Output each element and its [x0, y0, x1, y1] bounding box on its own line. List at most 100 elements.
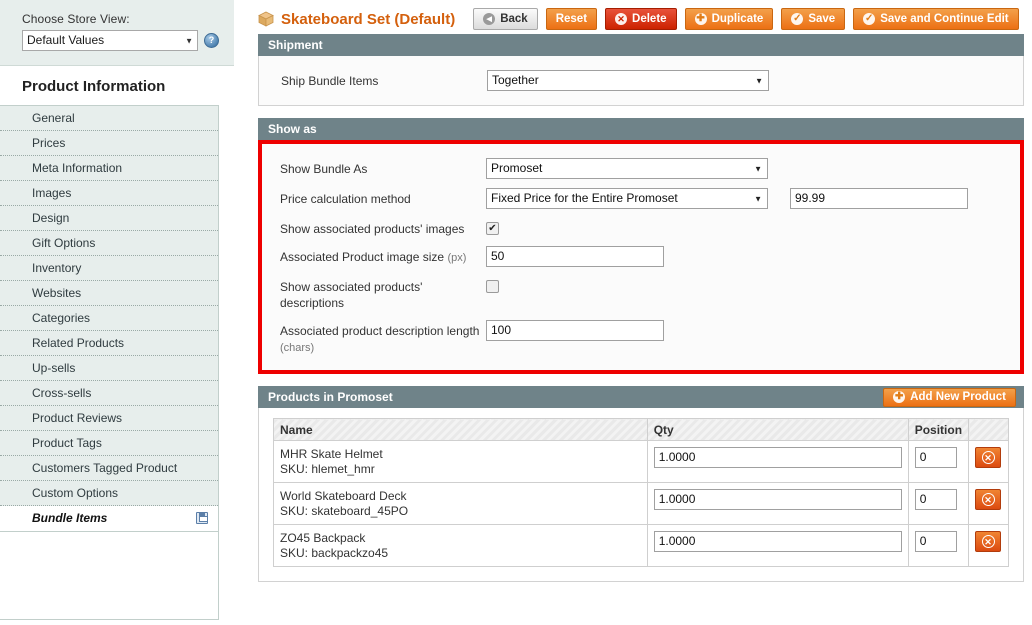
sidebar-item-websites[interactable]: Websites	[0, 281, 218, 306]
sku-value: backpackzo45	[311, 546, 389, 560]
table-row: MHR Skate Helmet SKU: hlemet_hmr 1.0000	[273, 440, 1009, 483]
show-images-row: Show associated products' images ✔	[262, 218, 1020, 237]
sidebar-item-gift-options[interactable]: Gift Options	[0, 231, 218, 256]
sidebar-item-label: Gift Options	[32, 236, 96, 250]
sidebar-item-related-products[interactable]: Related Products	[0, 331, 218, 356]
store-view-select[interactable]: Default Values ▼	[22, 30, 198, 51]
bundle-box-icon	[258, 11, 274, 27]
delete-button[interactable]: ✕ Delete	[605, 8, 677, 30]
chevron-down-icon: ▼	[185, 36, 193, 45]
sidebar-item-customers-tagged-product[interactable]: Customers Tagged Product	[0, 456, 218, 481]
check-icon: ✓	[791, 13, 804, 25]
qty-input[interactable]: 1.0000	[653, 447, 902, 468]
sidebar-item-product-reviews[interactable]: Product Reviews	[0, 406, 218, 431]
show-as-panel-header[interactable]: Show as	[258, 118, 1024, 140]
store-view-label: Choose Store View:	[22, 12, 130, 26]
description-length-unit: (chars)	[280, 342, 315, 354]
image-size-value: 50	[491, 249, 505, 263]
sidebar-item-inventory[interactable]: Inventory	[0, 256, 218, 281]
show-images-checkbox[interactable]: ✔	[486, 222, 499, 235]
position-input[interactable]: 0	[914, 447, 957, 468]
help-circle-icon[interactable]: ?	[204, 33, 219, 48]
delete-row-button[interactable]: ✕	[975, 489, 1002, 510]
actions-cell: ✕	[968, 482, 1009, 525]
check-icon: ✔	[488, 222, 497, 234]
sidebar-item-categories[interactable]: Categories	[0, 306, 218, 331]
sidebar-empty-area	[0, 532, 219, 620]
price-calculation-value: Fixed Price for the Entire Promoset	[491, 191, 678, 205]
qty-cell: 1.0000	[647, 524, 909, 567]
column-header-qty[interactable]: Qty	[647, 418, 909, 441]
position-value: 0	[919, 450, 927, 464]
save-and-continue-label: Save and Continue Edit	[880, 13, 1009, 25]
qty-input[interactable]: 1.0000	[653, 489, 902, 510]
sku-label: SKU:	[280, 462, 309, 476]
price-calculation-select[interactable]: Fixed Price for the Entire Promoset ▼	[486, 188, 768, 209]
sidebar-item-product-tags[interactable]: Product Tags	[0, 431, 218, 456]
position-cell: 0	[908, 440, 970, 483]
qty-cell: 1.0000	[647, 482, 909, 525]
position-cell: 0	[908, 524, 970, 567]
duplicate-button[interactable]: ✚ Duplicate	[684, 8, 774, 30]
show-descriptions-label: Show associated products' descriptions	[280, 280, 423, 310]
show-bundle-as-label: Show Bundle As	[280, 162, 368, 176]
delete-row-button[interactable]: ✕	[975, 447, 1002, 468]
image-size-unit: (px)	[447, 252, 467, 264]
save-button[interactable]: ✓ Save	[781, 8, 846, 30]
sku-value: skateboard_45PO	[311, 504, 409, 518]
sidebar-item-design[interactable]: Design	[0, 206, 218, 231]
products-panel: Products in Promoset ✚ Add New Product N…	[258, 386, 1024, 582]
position-input[interactable]: 0	[914, 489, 957, 510]
delete-row-button[interactable]: ✕	[975, 531, 1002, 552]
column-header-name[interactable]: Name	[273, 418, 648, 441]
reset-button[interactable]: Reset	[545, 8, 598, 30]
product-sku: SKU: backpackzo45	[280, 546, 641, 560]
shipment-panel-body: Ship Bundle Items Together ▼	[258, 56, 1024, 106]
ship-bundle-items-value: Together	[492, 73, 539, 87]
description-length-input[interactable]: 100	[486, 320, 664, 341]
sidebar-item-label: General	[32, 111, 75, 125]
sidebar-item-custom-options[interactable]: Custom Options	[0, 481, 218, 506]
products-panel-body: Name Qty Position MHR Skate Helmet SKU: …	[258, 408, 1024, 582]
actions-cell: ✕	[968, 524, 1009, 567]
sidebar-item-up-sells[interactable]: Up-sells	[0, 356, 218, 381]
show-descriptions-checkbox[interactable]	[486, 280, 499, 293]
image-size-label-text: Associated Product image size	[280, 250, 445, 264]
check-icon: ✓	[863, 13, 876, 25]
product-name-cell: ZO45 Backpack SKU: backpackzo45	[273, 524, 648, 567]
show-bundle-as-select[interactable]: Promoset ▼	[486, 158, 768, 179]
image-size-input[interactable]: 50	[486, 246, 664, 267]
save-and-continue-edit-button[interactable]: ✓ Save and Continue Edit	[853, 8, 1019, 30]
sidebar-item-label: Meta Information	[32, 161, 123, 175]
duplicate-button-label: Duplicate	[711, 13, 764, 25]
save-button-label: Save	[808, 13, 836, 25]
sidebar-item-label: Customers Tagged Product	[32, 461, 178, 475]
qty-value: 1.0000	[658, 534, 696, 548]
position-cell: 0	[908, 482, 970, 525]
sidebar-item-general[interactable]: General	[0, 106, 218, 131]
chevron-down-icon: ▼	[755, 76, 763, 85]
sidebar-item-bundle-items[interactable]: Bundle Items	[0, 506, 218, 531]
product-name: World Skateboard Deck	[280, 489, 407, 503]
description-length-value: 100	[491, 323, 512, 337]
shipment-panel-header[interactable]: Shipment	[258, 34, 1024, 56]
price-input[interactable]: 99.99	[790, 188, 968, 209]
position-input[interactable]: 0	[914, 531, 957, 552]
chevron-down-icon: ▼	[754, 164, 762, 173]
show-as-highlight-box: Show Bundle As Promoset ▼ Price calculat…	[258, 140, 1024, 374]
plus-icon: ✚	[694, 13, 707, 25]
sidebar-item-meta-information[interactable]: Meta Information	[0, 156, 218, 181]
back-button-label: Back	[500, 13, 528, 25]
back-arrow-icon: ◀	[483, 13, 496, 25]
column-header-position[interactable]: Position	[908, 418, 970, 441]
back-button[interactable]: ◀ Back	[473, 8, 538, 30]
chevron-down-icon: ▼	[754, 194, 762, 203]
sidebar: Choose Store View: Default Values ▼ ? Pr…	[0, 0, 234, 625]
ship-bundle-items-select[interactable]: Together ▼	[487, 70, 769, 91]
qty-input[interactable]: 1.0000	[653, 531, 902, 552]
sidebar-item-images[interactable]: Images	[0, 181, 218, 206]
add-new-product-button[interactable]: ✚ Add New Product	[883, 387, 1016, 407]
shipment-heading: Shipment	[268, 38, 323, 52]
sidebar-item-cross-sells[interactable]: Cross-sells	[0, 381, 218, 406]
sidebar-item-prices[interactable]: Prices	[0, 131, 218, 156]
